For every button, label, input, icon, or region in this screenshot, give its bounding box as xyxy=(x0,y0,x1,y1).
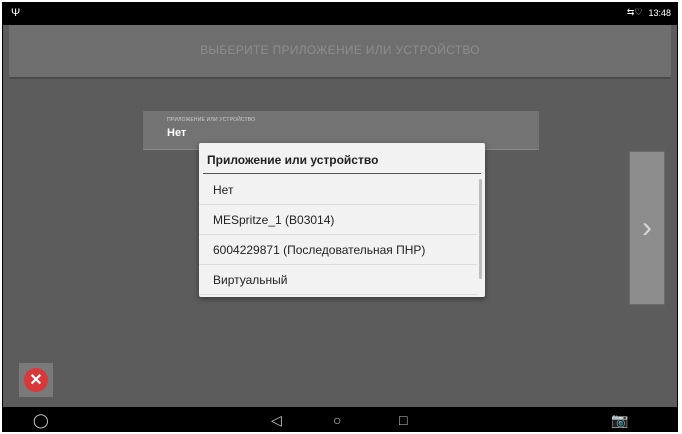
option-none[interactable]: Нет xyxy=(199,175,477,205)
app-window: Ψ ⇆♡ 13:48 ВЫБЕРИТЕ ПРИЛОЖЕНИЕ ИЛИ УСТРО… xyxy=(2,2,678,432)
options-list[interactable]: Нет MESpritze_1 (B03014) 6004229871 (Пос… xyxy=(199,175,477,297)
page-title: ВЫБЕРИТЕ ПРИЛОЖЕНИЕ ИЛИ УСТРОЙСТВО xyxy=(200,43,480,57)
option-serial[interactable]: 6004229871 (Последовательная ПНР) xyxy=(199,235,477,265)
option-mespritze[interactable]: MESpritze_1 (B03014) xyxy=(199,205,477,235)
status-bar: Ψ ⇆♡ 13:48 xyxy=(3,3,677,25)
status-right: ⇆♡ 13:48 xyxy=(627,7,671,18)
chevron-right-icon: › xyxy=(642,211,652,244)
list-scrollbar[interactable] xyxy=(479,179,482,279)
option-virtual[interactable]: Виртуальный xyxy=(199,265,477,295)
title-bar: ВЫБЕРИТЕ ПРИЛОЖЕНИЕ ИЛИ УСТРОЙСТВО xyxy=(9,25,671,79)
status-time: 13:48 xyxy=(648,7,671,18)
cancel-button[interactable]: ✕ xyxy=(19,363,53,397)
back-icon[interactable]: ◁ xyxy=(271,411,282,429)
next-button[interactable]: › xyxy=(629,151,665,305)
cancel-icon: ✕ xyxy=(24,368,48,392)
selector-label: ПРИЛОЖЕНИЕ ИЛИ УСТРОЙСТВО xyxy=(167,117,256,123)
screenshot-icon[interactable]: 📷 xyxy=(611,411,628,429)
recents-icon[interactable]: □ xyxy=(399,411,407,429)
device-picker-dialog: Приложение или устройство Нет MESpritze_… xyxy=(199,143,485,297)
home-icon[interactable]: ○ xyxy=(333,411,341,429)
dialog-title: Приложение или устройство xyxy=(207,153,379,167)
navigation-bar: ◯ ◁ ○ □ 📷 xyxy=(3,407,677,431)
usb-icon: Ψ xyxy=(11,7,21,19)
dialog-divider xyxy=(203,173,481,174)
signal-icon: ⇆♡ xyxy=(626,7,643,17)
selector-value: Нет xyxy=(167,127,187,139)
brand-logo-icon[interactable]: ◯ xyxy=(33,411,49,429)
